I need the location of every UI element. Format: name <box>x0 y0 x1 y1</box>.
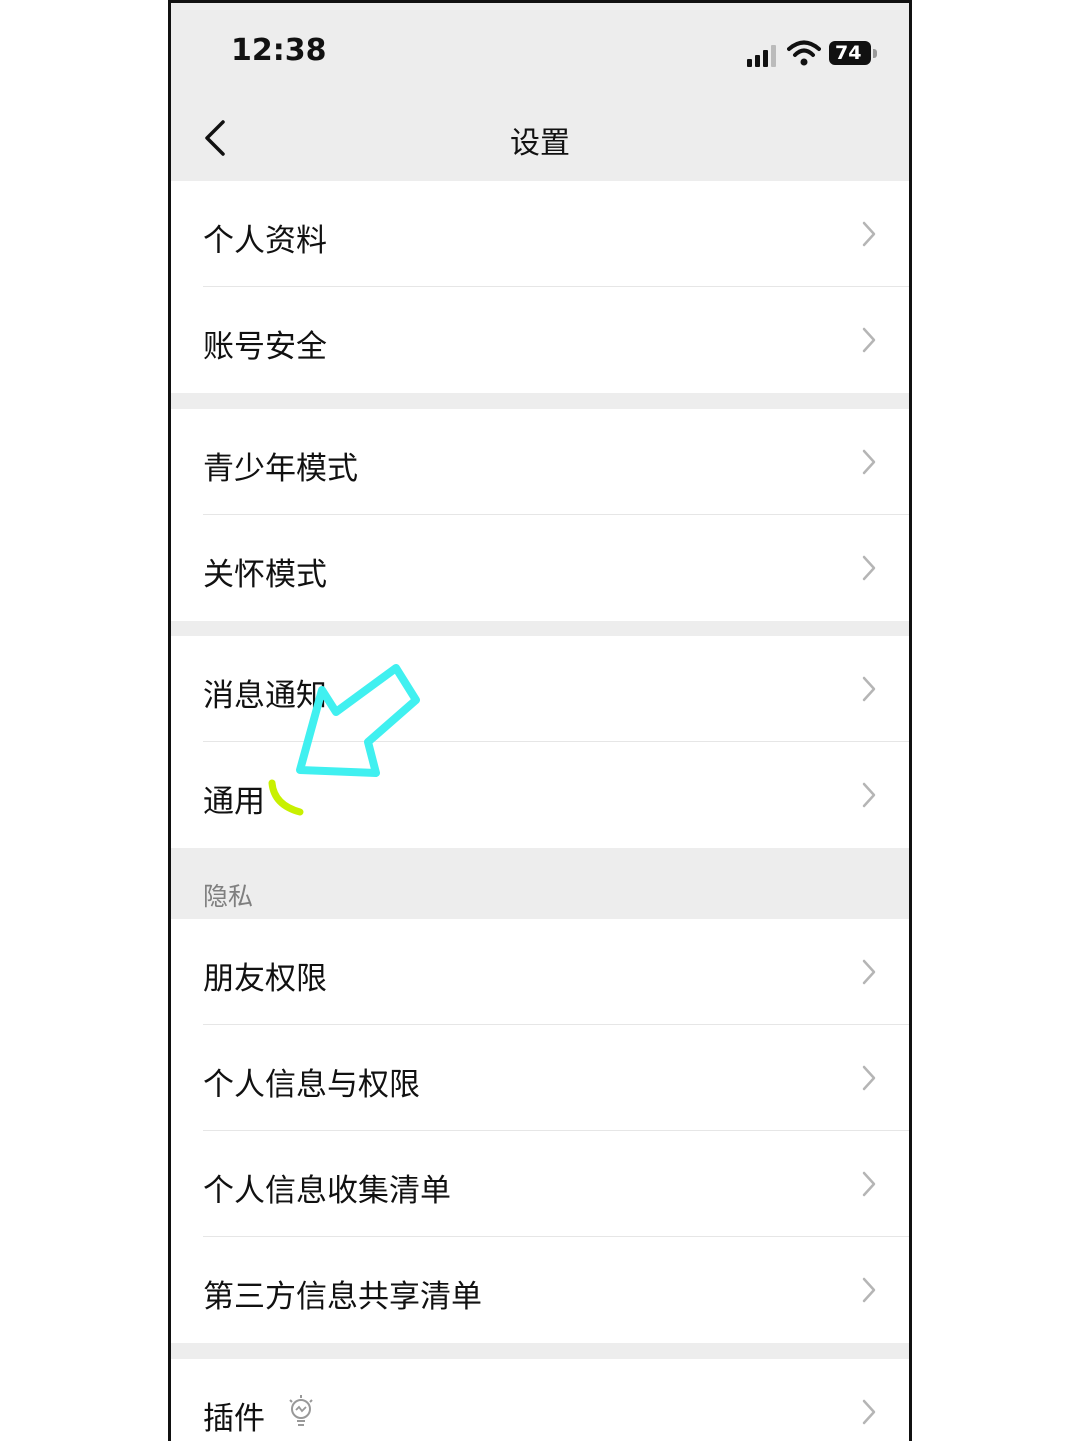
chevron-right-icon <box>862 1399 876 1425</box>
settings-group-modes: 青少年模式 关怀模式 <box>171 409 909 621</box>
settings-item-profile[interactable]: 个人资料 <box>171 181 909 287</box>
settings-item-label: 插件 <box>203 1401 265 1437</box>
chevron-right-icon <box>862 959 876 985</box>
settings-item-label: 消息通知 <box>203 678 327 714</box>
navigation-bar: 设置 <box>171 98 909 181</box>
chevron-right-icon <box>862 1065 876 1091</box>
settings-item-plugins[interactable]: 插件 <box>171 1359 909 1441</box>
battery-level: 74 <box>835 42 862 64</box>
chevron-right-icon <box>862 1277 876 1303</box>
settings-item-care-mode[interactable]: 关怀模式 <box>171 515 909 621</box>
settings-item-third-party-sharing-list[interactable]: 第三方信息共享清单 <box>171 1237 909 1343</box>
settings-item-label: 朋友权限 <box>203 961 327 997</box>
settings-item-label: 第三方信息共享清单 <box>203 1279 482 1315</box>
settings-item-personal-info-permissions[interactable]: 个人信息与权限 <box>171 1025 909 1131</box>
settings-item-label: 个人信息与权限 <box>203 1067 420 1103</box>
settings-item-label: 个人资料 <box>203 223 327 259</box>
chevron-right-icon <box>862 1171 876 1197</box>
settings-item-notifications[interactable]: 消息通知 <box>171 636 909 742</box>
settings-group-privacy: 朋友权限 个人信息与权限 个人信息收集清单 第三方信息共享清单 <box>171 919 909 1343</box>
wifi-icon <box>787 40 821 66</box>
settings-item-friend-permissions[interactable]: 朋友权限 <box>171 919 909 1025</box>
cellular-signal-icon <box>747 45 776 67</box>
chevron-right-icon <box>862 555 876 581</box>
settings-group-general: 消息通知 通用 <box>171 636 909 848</box>
chevron-right-icon <box>862 221 876 247</box>
settings-item-general[interactable]: 通用 <box>171 742 909 848</box>
settings-group-account: 个人资料 账号安全 <box>171 181 909 393</box>
phone-screen: 12:38 74 设置 个人资料 账号安全 青少年模式 关怀模式 消息通知 通用… <box>168 0 912 1441</box>
chevron-right-icon <box>862 449 876 475</box>
section-header-privacy: 隐私 <box>203 882 254 911</box>
page-title: 设置 <box>510 126 570 161</box>
status-bar: 12:38 74 <box>171 3 909 98</box>
battery-icon: 74 <box>829 41 871 65</box>
plugin-bulb-icon <box>289 1395 313 1426</box>
chevron-right-icon <box>862 782 876 808</box>
settings-group-plugins: 插件 <box>171 1359 909 1441</box>
settings-item-label: 通用 <box>203 784 265 820</box>
battery-tip <box>873 49 877 58</box>
settings-item-account-security[interactable]: 账号安全 <box>171 287 909 393</box>
settings-item-label: 账号安全 <box>203 329 327 365</box>
settings-item-label: 个人信息收集清单 <box>203 1173 451 1209</box>
settings-item-info-collection-list[interactable]: 个人信息收集清单 <box>171 1131 909 1237</box>
settings-item-teen-mode[interactable]: 青少年模式 <box>171 409 909 515</box>
chevron-right-icon <box>862 676 876 702</box>
settings-item-label: 青少年模式 <box>203 451 358 487</box>
status-time: 12:38 <box>231 33 327 68</box>
settings-item-label: 关怀模式 <box>203 557 327 593</box>
chevron-right-icon <box>862 327 876 353</box>
